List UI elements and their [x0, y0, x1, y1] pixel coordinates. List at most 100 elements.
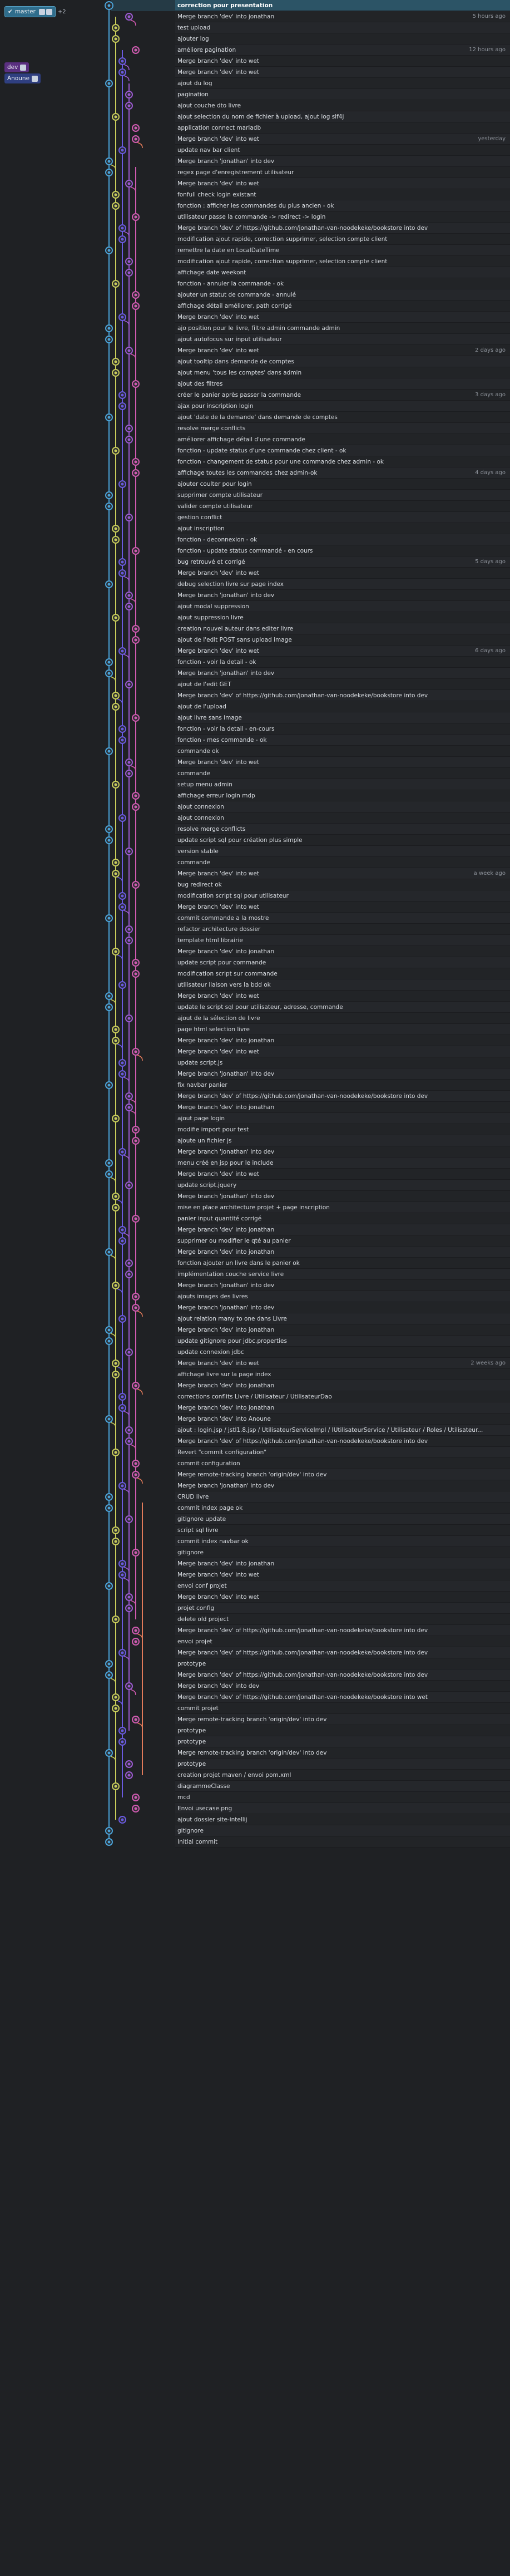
commit-row[interactable]: application connect mariadb [175, 122, 510, 134]
commit-row[interactable]: update nav bar client [175, 145, 510, 156]
commit-row[interactable]: update script pour commande [175, 957, 510, 968]
commit-row[interactable]: Merge branch 'dev' into dev [175, 1681, 510, 1692]
commit-row[interactable]: Merge branch 'dev' into jonathan [175, 1402, 510, 1413]
commit-row[interactable]: projet config [175, 1603, 510, 1614]
commit-row[interactable]: ajout page login [175, 1113, 510, 1124]
commit-row[interactable]: Envoi usecase.png [175, 1803, 510, 1814]
commit-row[interactable]: gitignore [175, 1825, 510, 1836]
commit-row[interactable]: page html selection livre [175, 1024, 510, 1035]
commit-row[interactable]: affichage erreur login mdp [175, 790, 510, 801]
commit-row[interactable]: debug selection livre sur page index [175, 579, 510, 590]
commit-row[interactable]: Merge branch 'dev' of https://github.com… [175, 1625, 510, 1636]
commit-row[interactable]: Merge branch 'dev' into wet [175, 67, 510, 78]
commit-row[interactable]: modification ajout rapide, correction su… [175, 256, 510, 267]
commit-row[interactable]: ajout des filtres [175, 378, 510, 390]
commit-row[interactable]: ajout autofocus sur input utilisateur [175, 334, 510, 345]
commit-row[interactable]: ajouts images des livres [175, 1291, 510, 1302]
commit-row[interactable]: commit index page ok [175, 1503, 510, 1514]
commit-row[interactable]: refactor architecture dossier [175, 924, 510, 935]
commit-row[interactable]: Merge branch 'jonathan' into dev [175, 1068, 510, 1080]
commit-row[interactable]: utilisateur liaison vers la bdd ok [175, 979, 510, 991]
commit-row[interactable]: ajout suppression livre [175, 612, 510, 623]
commit-row[interactable]: Merge branch 'jonathan' into dev [175, 668, 510, 679]
commit-row[interactable]: fonction - changement de status pour une… [175, 456, 510, 467]
commit-row[interactable]: Merge branch 'dev' into jonathan [175, 1380, 510, 1391]
commit-row[interactable]: ajout menu 'tous les comptes' dans admin [175, 367, 510, 378]
commit-row[interactable]: commande [175, 857, 510, 868]
commit-row[interactable]: fonction - mes commande - ok [175, 735, 510, 746]
commit-row[interactable]: améliorer affichage détail d'une command… [175, 434, 510, 445]
commit-row[interactable]: Merge branch 'dev' into jonathan [175, 1102, 510, 1113]
commit-row[interactable]: ajout dossier site-intellij [175, 1814, 510, 1825]
commit-row[interactable]: ajout : login.jsp / jstl1.8.jsp / Utilis… [175, 1425, 510, 1436]
commit-row[interactable]: prototype [175, 1759, 510, 1770]
commit-row[interactable]: affichage détail améliorer, path corrigé [175, 301, 510, 312]
commit-row[interactable]: Merge branch 'dev' into jonathan [175, 1558, 510, 1569]
commit-row[interactable]: Merge branch 'dev' into jonathan 5 hours … [175, 11, 510, 22]
commit-row[interactable]: ajout connexion [175, 812, 510, 824]
commit-row[interactable]: creation projet maven / envoi pom.xml [175, 1770, 510, 1781]
commit-row[interactable]: Merge branch 'dev' of https://github.com… [175, 223, 510, 234]
commit-row[interactable]: envoi projet [175, 1636, 510, 1647]
commit-row[interactable]: setup menu admin [175, 779, 510, 790]
commit-row[interactable]: Merge branch 'jonathan' into dev [175, 1480, 510, 1491]
commit-row[interactable]: Merge branch 'jonathan' into dev [175, 1146, 510, 1158]
commit-row[interactable]: Merge branch 'dev' of https://github.com… [175, 1692, 510, 1703]
commit-row[interactable]: fonction - voir la detail - ok [175, 657, 510, 668]
commit-row[interactable]: Merge branch 'dev' into jonathan [175, 1224, 510, 1235]
commit-row[interactable]: modification script sur commande [175, 968, 510, 979]
commit-row[interactable]: Merge branch 'dev' into wet [175, 757, 510, 768]
commit-row[interactable]: ajout 'date de la demande' dans demande … [175, 412, 510, 423]
commit-row[interactable]: Merge branch 'dev' of https://github.com… [175, 690, 510, 701]
commit-row[interactable]: update gitignore pour jdbc.properties [175, 1336, 510, 1347]
commit-row[interactable]: mise en place architecture projet + page… [175, 1202, 510, 1213]
commit-row[interactable]: fonction ajouter un livre dans le panier… [175, 1258, 510, 1269]
commit-row[interactable]: creation nouvel auteur dans editer livre [175, 623, 510, 634]
commit-row[interactable]: fonfull check login existant [175, 189, 510, 200]
commit-row[interactable]: affichage toutes les commandes chez admi… [175, 467, 510, 479]
commit-row[interactable]: Merge branch 'dev' into wet [175, 312, 510, 323]
commit-row[interactable]: ajout selection du nom de fichier à uplo… [175, 111, 510, 122]
commit-row[interactable]: Merge branch 'jonathan' into dev [175, 590, 510, 601]
branch-dev-chip[interactable]: dev [4, 62, 29, 72]
commit-row[interactable]: Merge remote-tracking branch 'origin/dev… [175, 1714, 510, 1725]
commit-row[interactable]: Merge branch 'dev' into Anoune [175, 1413, 510, 1425]
commit-row[interactable]: gestion conflict [175, 512, 510, 523]
commit-row[interactable]: affichage date weekont [175, 267, 510, 278]
commit-row[interactable]: commande [175, 768, 510, 779]
commit-row[interactable]: script sql livre [175, 1525, 510, 1536]
commit-row[interactable]: bug redirect ok [175, 879, 510, 890]
commit-row[interactable]: ajouter coulter pour login [175, 479, 510, 490]
commit-row[interactable]: gitignore [175, 1547, 510, 1558]
commit-row[interactable]: commit index navbar ok [175, 1536, 510, 1547]
commit-row[interactable]: menu créé en jsp pour le include [175, 1158, 510, 1169]
commit-row[interactable]: Merge branch 'jonathan' into dev [175, 1280, 510, 1291]
commit-row[interactable]: commit configuration [175, 1458, 510, 1469]
commit-row[interactable]: Merge branch 'dev' of https://github.com… [175, 1436, 510, 1447]
commit-row[interactable]: update le script sql pour utilisateur, a… [175, 1002, 510, 1013]
commit-row[interactable]: supprimer compte utilisateur [175, 490, 510, 501]
commit-row[interactable]: Merge branch 'dev' into wet [175, 1046, 510, 1057]
commit-row[interactable]: ajout tooltip dans demande de comptes [175, 356, 510, 367]
commit-row[interactable]: Merge branch 'jonathan' into dev [175, 1191, 510, 1202]
commit-row[interactable]: panier input quantité corrigé [175, 1213, 510, 1224]
commit-row[interactable]: ajout de la sélection de livre [175, 1013, 510, 1024]
commit-row[interactable]: fonction - update status commandé - en c… [175, 545, 510, 556]
commit-row[interactable]: mcd [175, 1792, 510, 1803]
commit-row[interactable]: update script.jquery [175, 1180, 510, 1191]
commit-row[interactable]: CRUD livre [175, 1491, 510, 1503]
commit-row[interactable]: fonction - update status d'une commande … [175, 445, 510, 456]
commit-row[interactable]: Merge remote-tracking branch 'origin/dev… [175, 1469, 510, 1480]
commit-row[interactable]: commit commande a la mostre [175, 913, 510, 924]
commit-row[interactable]: Merge branch 'dev' into wet [175, 1592, 510, 1603]
commit-row[interactable]: pagination [175, 89, 510, 100]
commit-row[interactable]: Merge remote-tracking branch 'origin/dev… [175, 1747, 510, 1759]
commit-row[interactable]: ajout de l'edit GET [175, 679, 510, 690]
commit-row[interactable]: Merge branch 'dev' into wet yesterday [175, 134, 510, 145]
commit-row[interactable]: ajout livre sans image [175, 712, 510, 723]
commit-row[interactable]: Revert "commit configuration" [175, 1447, 510, 1458]
commit-row[interactable]: Merge branch 'dev' into jonathan [175, 1324, 510, 1336]
commit-row[interactable]: utilisateur passe la commande -> redirec… [175, 211, 510, 223]
commit-row[interactable]: envoi conf projet [175, 1580, 510, 1592]
commit-row[interactable]: template html librairie [175, 935, 510, 946]
